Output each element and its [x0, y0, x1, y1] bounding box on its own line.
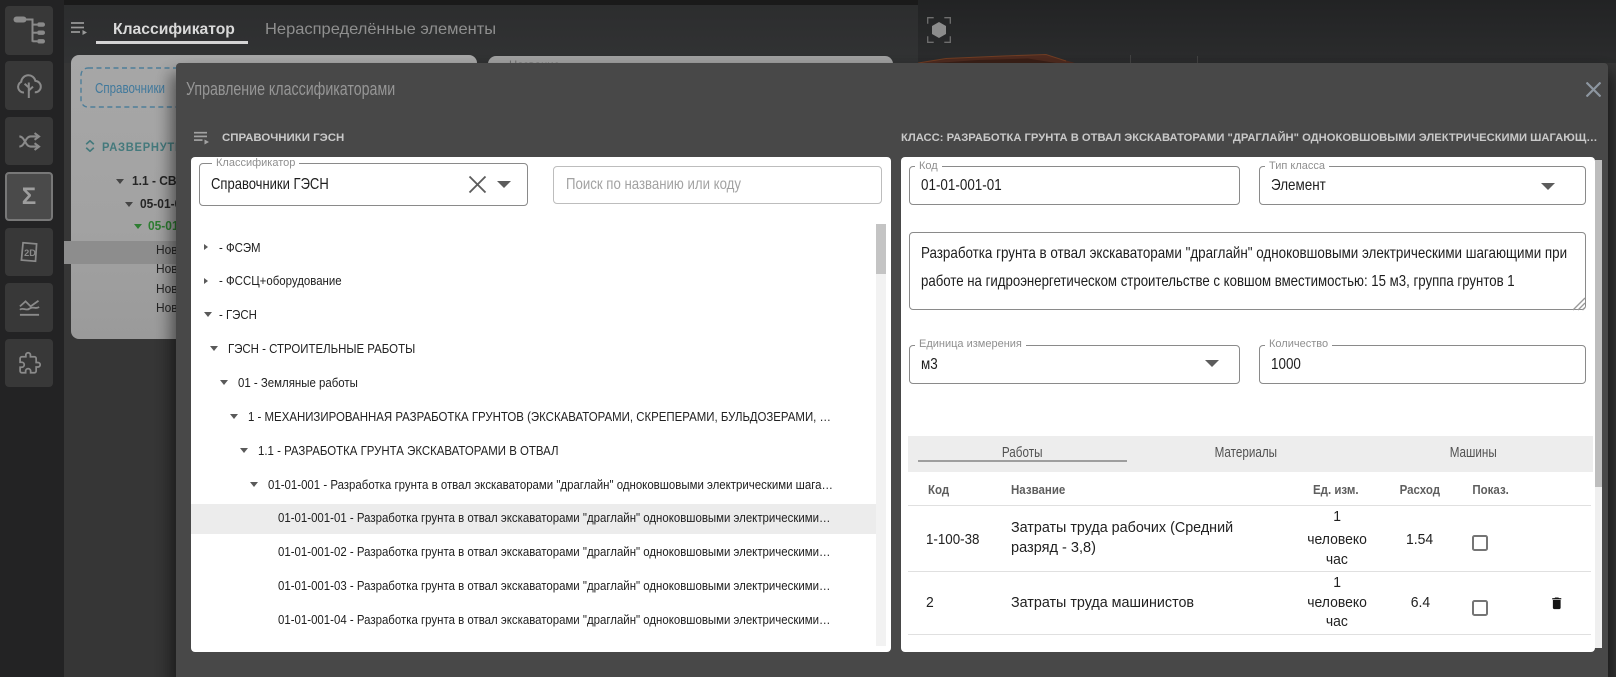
svg-text:2D: 2D: [24, 248, 36, 258]
